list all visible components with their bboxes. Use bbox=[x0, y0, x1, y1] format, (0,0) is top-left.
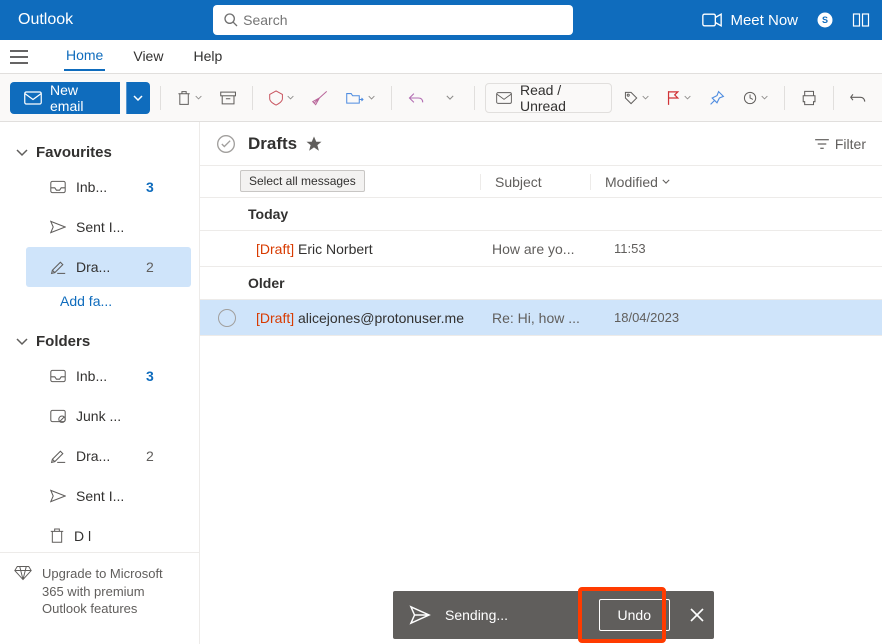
search-box[interactable] bbox=[213, 5, 573, 35]
new-email-button[interactable]: New email bbox=[10, 82, 120, 114]
sidebar-item[interactable]: Inb...3 bbox=[26, 167, 191, 207]
delete-button[interactable] bbox=[171, 82, 208, 114]
snooze-button[interactable] bbox=[737, 82, 774, 114]
new-email-dropdown[interactable] bbox=[126, 82, 149, 114]
sidebar-item[interactable]: Dra...2 bbox=[26, 247, 191, 287]
mail-icon bbox=[24, 91, 42, 105]
search-input[interactable] bbox=[241, 11, 565, 29]
junk-icon bbox=[50, 409, 66, 423]
folders-header[interactable]: Folders bbox=[6, 327, 199, 356]
pin-button[interactable] bbox=[703, 82, 731, 114]
message-row[interactable]: [Draft] alicejones@protonuser.me Re: Hi,… bbox=[200, 300, 882, 336]
read-unread-button[interactable]: Read / Unread bbox=[485, 83, 612, 113]
app-brand: Outlook bbox=[18, 11, 73, 29]
delete-icon bbox=[50, 528, 64, 544]
diamond-icon bbox=[14, 565, 32, 581]
select-all-icon[interactable] bbox=[216, 134, 236, 154]
sent-icon bbox=[50, 220, 66, 234]
flag-button[interactable] bbox=[661, 82, 696, 114]
reply-button[interactable] bbox=[402, 82, 430, 114]
apps-icon[interactable] bbox=[852, 11, 870, 29]
draft-icon bbox=[50, 448, 66, 464]
filter-button[interactable]: Filter bbox=[815, 136, 866, 152]
message-row[interactable]: [Draft] Eric Norbert How are yo... 11:53 bbox=[200, 231, 882, 267]
sweep-button[interactable] bbox=[306, 82, 334, 114]
archive-button[interactable] bbox=[214, 82, 242, 114]
message-list: Drafts Filter Select all messages Subjec… bbox=[200, 122, 882, 644]
col-subject[interactable]: Subject bbox=[480, 174, 590, 190]
inbox-icon bbox=[50, 180, 66, 194]
col-modified[interactable]: Modified bbox=[590, 174, 882, 190]
move-button[interactable] bbox=[340, 82, 381, 114]
upgrade-banner[interactable]: Upgrade to Microsoft 365 with premium Ou… bbox=[0, 552, 199, 644]
undo-send-button[interactable]: Undo bbox=[599, 599, 670, 631]
hamburger-icon[interactable] bbox=[10, 50, 28, 64]
report-button[interactable] bbox=[263, 82, 300, 114]
sidebar-item[interactable]: Sent I... bbox=[26, 207, 191, 247]
favourites-header[interactable]: Favourites bbox=[6, 138, 199, 167]
select-all-tooltip: Select all messages bbox=[240, 170, 365, 192]
send-icon bbox=[409, 605, 431, 625]
sidebar-item[interactable]: Junk ... bbox=[26, 396, 191, 436]
draft-icon bbox=[50, 259, 66, 275]
sidebar-item[interactable]: Inb...3 bbox=[26, 356, 191, 396]
toast-text: Sending... bbox=[445, 607, 585, 623]
print-button[interactable] bbox=[795, 82, 823, 114]
video-icon bbox=[702, 13, 722, 27]
skype-icon[interactable]: S bbox=[816, 11, 834, 29]
reply-dropdown[interactable] bbox=[436, 82, 464, 114]
add-favourite[interactable]: Add fa... bbox=[6, 287, 199, 315]
column-headers: Select all messages Subject Modified bbox=[200, 166, 882, 198]
search-icon bbox=[221, 12, 241, 28]
title-bar: Outlook Meet Now S bbox=[0, 0, 882, 40]
sidebar-item[interactable]: Dra...2 bbox=[26, 436, 191, 476]
sending-toast: Sending... Undo bbox=[393, 591, 714, 639]
group-today: Today bbox=[200, 198, 882, 231]
inbox-icon bbox=[50, 369, 66, 383]
tag-button[interactable] bbox=[618, 82, 655, 114]
sent-icon bbox=[50, 489, 66, 503]
sidebar-item[interactable]: D l bbox=[26, 516, 191, 552]
tab-help[interactable]: Help bbox=[191, 44, 224, 70]
sidebar-item[interactable]: Sent I... bbox=[26, 476, 191, 516]
svg-text:S: S bbox=[822, 15, 828, 25]
sidebar: Favourites Inb...3Sent I...Dra...2 Add f… bbox=[0, 122, 200, 644]
tab-view[interactable]: View bbox=[131, 44, 165, 70]
meet-now-button[interactable]: Meet Now bbox=[702, 12, 798, 29]
undo-button[interactable] bbox=[844, 82, 872, 114]
row-select-circle[interactable] bbox=[218, 309, 236, 327]
ribbon-tabs: Home View Help bbox=[0, 40, 882, 74]
close-icon[interactable] bbox=[690, 608, 704, 622]
star-icon[interactable] bbox=[305, 135, 323, 153]
toolbar: New email Read / Unread bbox=[0, 74, 882, 122]
tab-home[interactable]: Home bbox=[64, 43, 105, 71]
group-older: Older bbox=[200, 267, 882, 300]
folder-title: Drafts bbox=[248, 134, 297, 154]
